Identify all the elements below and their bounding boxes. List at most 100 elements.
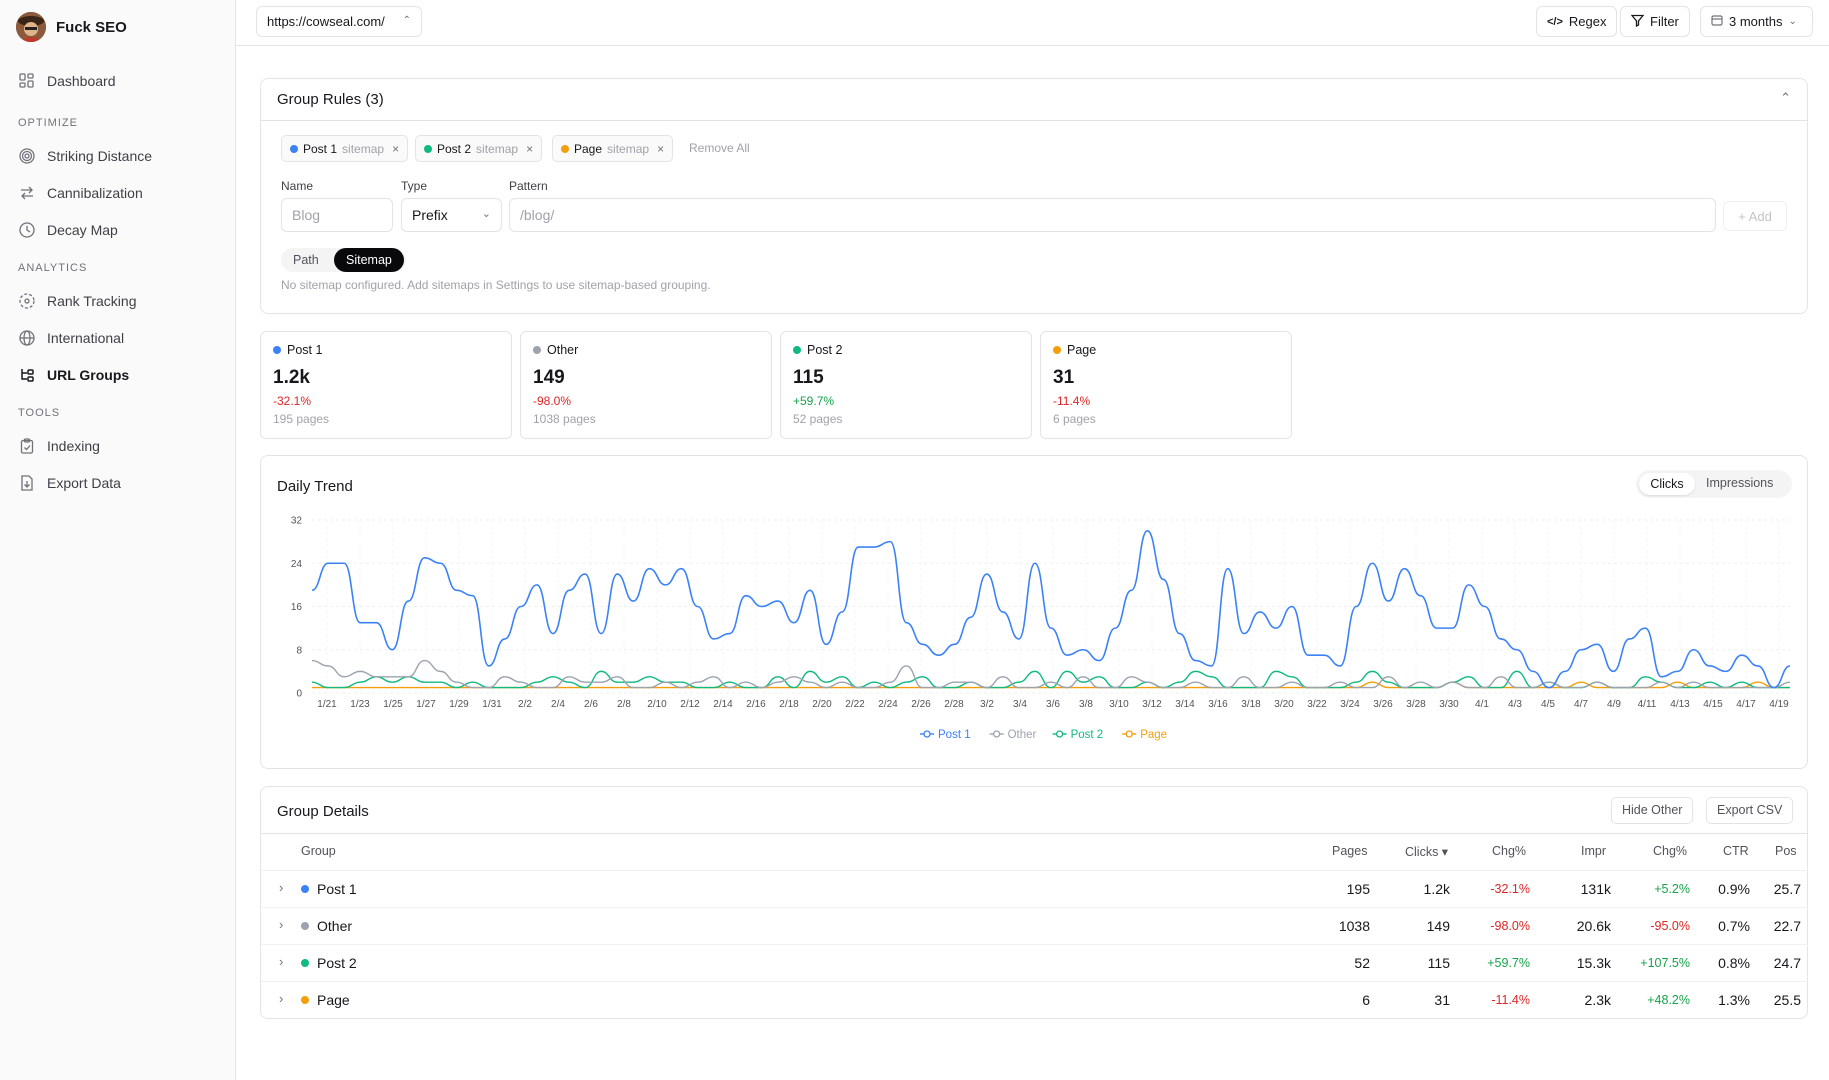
site-selector[interactable]: https://cowseal.com/ ⌃ xyxy=(256,6,422,37)
table-row[interactable]: › Other 1038 149 -98.0% 20.6k -95.0% 0.7% 22.7 xyxy=(261,907,1808,944)
daily-trend-title: Daily Trend xyxy=(277,478,353,495)
col-change-impressions[interactable]: Chg% xyxy=(1653,844,1687,858)
nav-striking-distance-label: Striking Distance xyxy=(47,147,153,164)
y-tick-label: 16 xyxy=(291,602,303,613)
chevron-right-icon[interactable]: › xyxy=(279,991,283,1006)
col-change-clicks[interactable]: Chg% xyxy=(1492,844,1526,858)
regex-button-label: Regex xyxy=(1568,14,1607,29)
group-rules-header[interactable]: Group Rules (3) ⌃ xyxy=(261,79,1807,121)
mode-path[interactable]: Path xyxy=(293,253,319,267)
color-dot xyxy=(561,144,569,153)
row-group-name: Other xyxy=(317,918,353,934)
type-select[interactable]: Prefix ⌄ xyxy=(401,198,502,232)
group-details-title: Group Details xyxy=(277,803,369,820)
table-row[interactable]: › Post 1 195 1.2k -32.1% 131k +5.2% 0.9% 25.7 xyxy=(261,870,1808,907)
x-tick-label: 3/4 xyxy=(1013,699,1027,710)
close-icon[interactable]: × xyxy=(657,142,664,156)
x-tick-label: 1/25 xyxy=(383,699,403,710)
stat-name: Post 2 xyxy=(793,343,1019,357)
hide-other-button[interactable]: Hide Other xyxy=(1611,797,1694,824)
nav-rank-tracking-label: Rank Tracking xyxy=(47,292,137,309)
pattern-input[interactable]: /blog/ xyxy=(509,198,1716,232)
app-name: Fuck SEO xyxy=(56,18,127,36)
row-position: 25.7 xyxy=(1773,881,1801,897)
rule-chip-post-1[interactable]: Post 1 sitemap × xyxy=(281,135,409,162)
nav-dashboard[interactable]: Dashboard xyxy=(0,62,227,99)
row-pages: 195 xyxy=(1346,881,1370,897)
filter-button-label: Filter xyxy=(1650,14,1679,29)
col-group[interactable]: Group xyxy=(301,844,336,858)
row-change-clicks: -32.1% xyxy=(1490,882,1530,896)
x-tick-label: 4/13 xyxy=(1670,699,1690,710)
close-icon[interactable]: × xyxy=(392,142,399,156)
name-input[interactable]: Blog xyxy=(281,198,393,232)
chevron-right-icon[interactable]: › xyxy=(279,954,283,969)
rule-chip-page[interactable]: Page sitemap × xyxy=(552,135,674,162)
stat-card-other[interactable]: Other 149 -98.0% 1038 pages xyxy=(520,331,772,439)
x-tick-label: 2/6 xyxy=(584,699,598,710)
stat-value: 149 xyxy=(533,367,565,388)
color-dot xyxy=(301,959,309,967)
add-rule-button[interactable]: + Add xyxy=(1723,201,1787,231)
nav-dashboard-label: Dashboard xyxy=(47,72,116,89)
chevron-up-down-icon: ⌃ xyxy=(402,15,411,26)
row-change-impressions: -95.0% xyxy=(1650,919,1690,933)
nav-cannibalization-label: Cannibalization xyxy=(47,184,143,201)
nav-striking-distance[interactable]: Striking Distance xyxy=(0,137,227,174)
close-icon[interactable]: × xyxy=(526,142,533,156)
legend-label: Post 2 xyxy=(1071,729,1104,741)
col-position[interactable]: Pos xyxy=(1775,844,1797,858)
chevron-right-icon[interactable]: › xyxy=(279,880,283,895)
table-row[interactable]: › Page 6 31 -11.4% 2.3k +48.2% 1.3% 25.5 xyxy=(261,981,1808,1018)
remove-all-link[interactable]: Remove All xyxy=(689,141,750,155)
row-ctr: 1.3% xyxy=(1718,992,1750,1008)
filter-button[interactable]: Filter xyxy=(1620,6,1690,37)
x-tick-label: 4/17 xyxy=(1736,699,1756,710)
export-csv-button[interactable]: Export CSV xyxy=(1706,797,1794,824)
col-impressions[interactable]: Impr xyxy=(1581,844,1606,858)
rule-chip-post-2[interactable]: Post 2 sitemap × xyxy=(415,135,543,162)
x-tick-label: 4/7 xyxy=(1574,699,1588,710)
col-ctr[interactable]: CTR xyxy=(1723,844,1749,858)
chevron-right-icon[interactable]: › xyxy=(279,917,283,932)
chevron-down-icon: ⌄ xyxy=(1788,16,1797,27)
tab-impressions[interactable]: Impressions xyxy=(1706,476,1773,490)
stat-value: 1.2k xyxy=(273,367,310,388)
nav-decay-map[interactable]: Decay Map xyxy=(0,211,227,248)
col-pages[interactable]: Pages xyxy=(1332,844,1367,858)
stat-card-post-1[interactable]: Post 1 1.2k -32.1% 195 pages xyxy=(260,331,512,439)
group-rules-title: Group Rules (3) xyxy=(277,91,384,108)
row-impressions: 2.3k xyxy=(1584,992,1611,1008)
stat-card-page[interactable]: Page 31 -11.4% 6 pages xyxy=(1040,331,1292,439)
nav-cannibalization[interactable]: Cannibalization xyxy=(0,174,227,211)
nav-indexing[interactable]: Indexing xyxy=(0,427,227,464)
x-tick-label: 3/6 xyxy=(1046,699,1060,710)
nav-url-groups[interactable]: URL Groups xyxy=(0,356,227,393)
x-tick-label: 3/14 xyxy=(1175,699,1195,710)
crosshair-icon xyxy=(18,292,35,309)
col-clicks[interactable]: Clicks ▾ xyxy=(1405,844,1448,859)
color-dot xyxy=(290,144,298,153)
legend-marker xyxy=(1125,730,1133,738)
regex-button[interactable]: </> Regex xyxy=(1536,6,1618,37)
stat-card-post-2[interactable]: Post 2 115 +59.7% 52 pages xyxy=(780,331,1032,439)
chevron-up-icon[interactable]: ⌃ xyxy=(1780,90,1791,106)
chevron-down-icon: ⌄ xyxy=(481,208,491,220)
color-dot xyxy=(424,144,432,153)
color-dot xyxy=(533,346,541,354)
nav-international[interactable]: International xyxy=(0,319,227,356)
mode-sitemap[interactable]: Sitemap xyxy=(334,248,404,272)
row-impressions: 131k xyxy=(1580,881,1611,897)
color-dot xyxy=(793,346,801,354)
table-row[interactable]: › Post 2 52 115 +59.7% 15.3k +107.5% 0.8% 24.7 xyxy=(261,944,1808,981)
color-dot xyxy=(301,885,309,893)
tab-clicks[interactable]: Clicks xyxy=(1639,473,1695,495)
filter-icon xyxy=(1630,14,1645,30)
brand[interactable]: Fuck SEO xyxy=(0,0,235,54)
nav-export-data[interactable]: Export Data xyxy=(0,464,227,501)
nav-rank-tracking[interactable]: Rank Tracking xyxy=(0,282,227,319)
date-range-select[interactable]: 3 months ⌄ xyxy=(1700,6,1813,37)
pattern-input-placeholder: /blog/ xyxy=(520,207,555,223)
row-change-clicks: +59.7% xyxy=(1487,956,1530,970)
nav-url-groups-label: URL Groups xyxy=(47,366,130,383)
